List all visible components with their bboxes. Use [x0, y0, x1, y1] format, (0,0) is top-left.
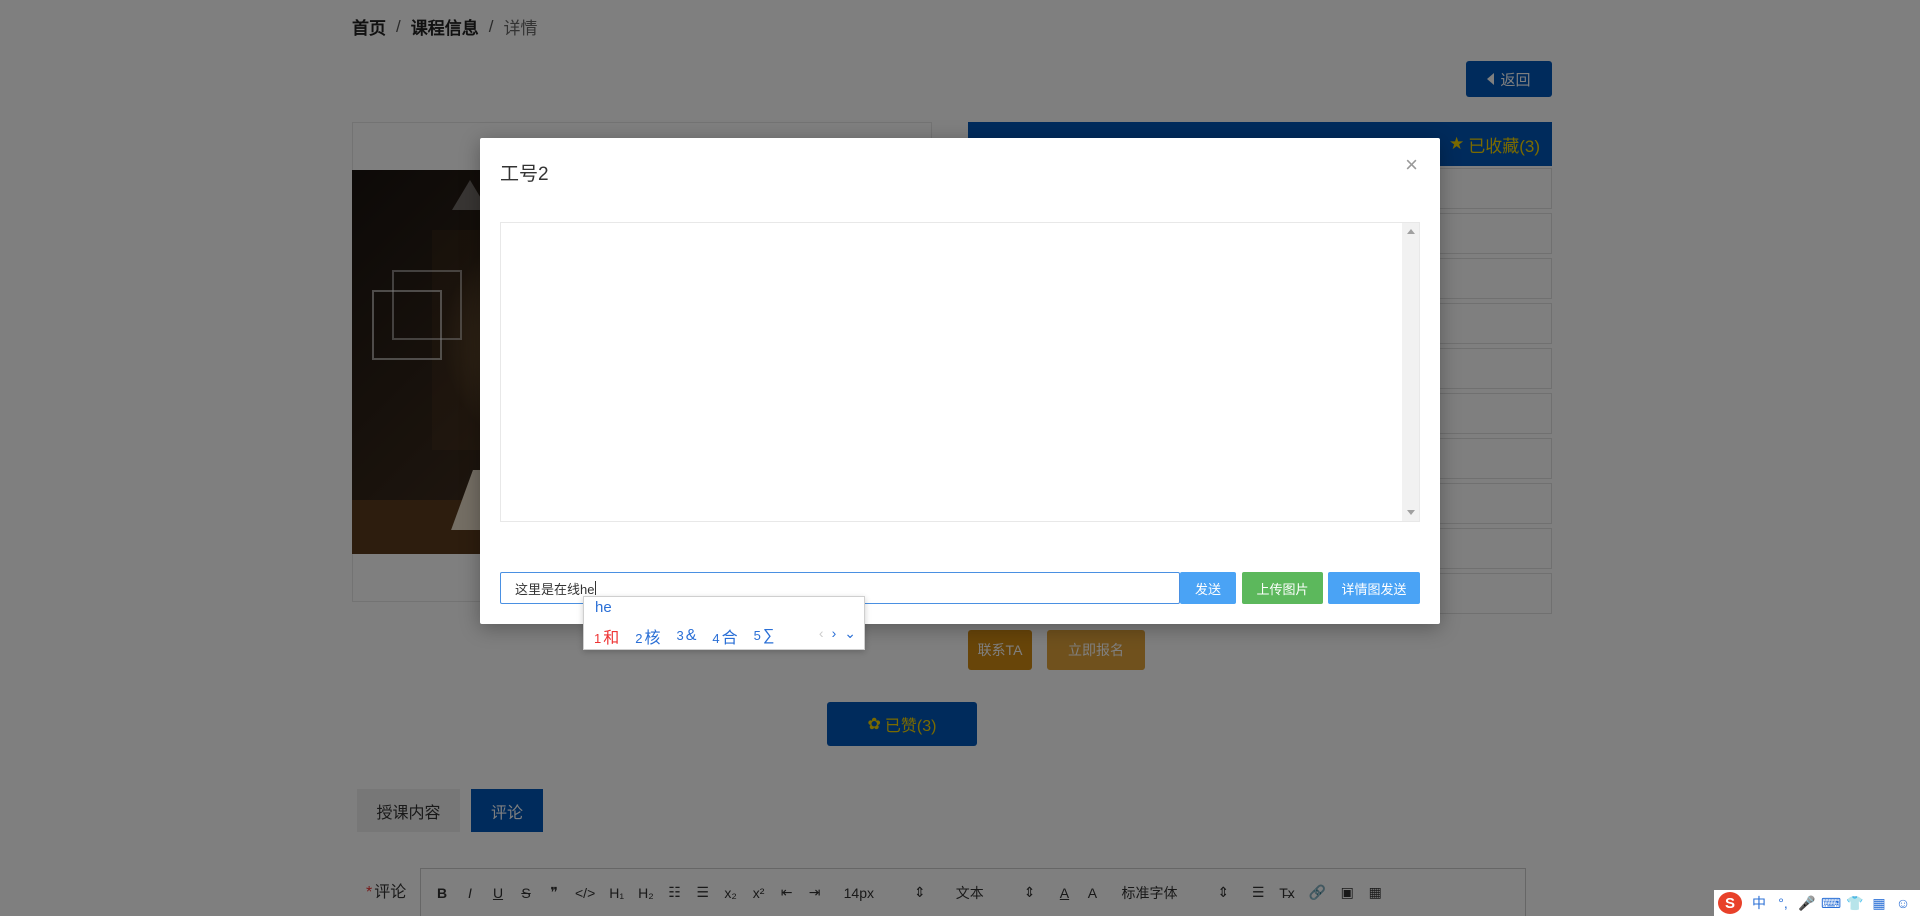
chat-history[interactable]	[500, 222, 1420, 522]
candidate-text: 核	[644, 630, 661, 647]
ime-candidate[interactable]: 1和	[594, 624, 619, 648]
chat-modal: 工号2 × 这里是在线he 发送 上传图片 详情图发送	[480, 138, 1440, 624]
close-icon[interactable]: ×	[1405, 154, 1418, 176]
candidate-text: 合	[721, 630, 738, 647]
toolbox-icon[interactable]: ▦	[1872, 895, 1886, 911]
punctuation-icon[interactable]: °,	[1776, 895, 1790, 911]
chinese-mode-toggle[interactable]: 中	[1752, 895, 1766, 911]
candidate-number: 3	[676, 628, 684, 643]
candidate-text: &	[685, 627, 697, 644]
candidate-text: 和	[603, 630, 620, 647]
chat-scrollbar[interactable]	[1402, 223, 1419, 521]
scroll-down-icon[interactable]	[1407, 510, 1415, 515]
upload-image-button[interactable]: 上传图片	[1242, 572, 1323, 604]
candidate-text: ∑	[762, 627, 775, 644]
keyboard-icon[interactable]: ⌨	[1821, 895, 1841, 911]
candidate-number: 2	[635, 631, 643, 646]
scroll-up-icon[interactable]	[1407, 229, 1415, 234]
ime-candidate[interactable]: 3 &	[677, 627, 697, 645]
ime-candidate[interactable]: 4合	[712, 624, 737, 648]
text-caret	[595, 581, 597, 595]
ime-candidate-popup: he 1和 2核 3 & 4合 5 ∑ ‹ › ⌄	[583, 596, 865, 650]
ime-composition: he	[595, 599, 612, 616]
ime-candidate[interactable]: 2核	[635, 624, 660, 648]
ime-candidate-list: 1和 2核 3 & 4合 5 ∑	[594, 624, 774, 648]
ime-status-bar: S 中 °, 🎤 ⌨ 👕 ▦ ☺	[1714, 890, 1920, 916]
ime-expand-icon[interactable]: ⌄	[844, 625, 856, 642]
ime-prev-page-icon[interactable]: ‹	[819, 625, 824, 642]
send-button[interactable]: 发送	[1180, 572, 1236, 604]
ime-candidate[interactable]: 5 ∑	[754, 627, 775, 645]
ime-next-page-icon[interactable]: ›	[832, 625, 837, 642]
candidate-number: 1	[594, 631, 602, 646]
skin-icon[interactable]: 👕	[1846, 895, 1863, 911]
modal-title: 工号2	[500, 164, 549, 185]
message-input-value: 这里是在线he	[515, 581, 595, 597]
microphone-icon[interactable]: 🎤	[1798, 895, 1815, 911]
emoji-icon[interactable]: ☺	[1896, 895, 1910, 911]
ime-page-nav: ‹ › ⌄	[819, 625, 856, 642]
sogou-logo-icon[interactable]: S	[1718, 892, 1742, 914]
candidate-number: 4	[712, 631, 720, 646]
candidate-number: 5	[753, 628, 761, 643]
detail-image-send-button[interactable]: 详情图发送	[1328, 572, 1420, 604]
